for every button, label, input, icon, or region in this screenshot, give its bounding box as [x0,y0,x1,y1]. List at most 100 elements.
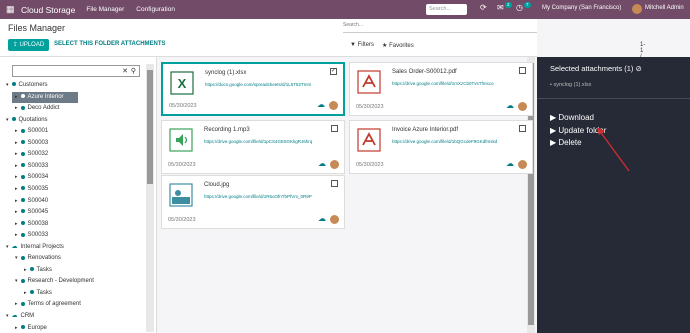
caret-down-icon[interactable]: ▸ [24,267,27,273]
tree-node[interactable]: ▾ Renovations [15,253,61,264]
upload-button[interactable]: ⇪ UPLOAD [8,39,49,51]
tree-node-label: Quotations [18,116,48,123]
clock-icon[interactable]: ◷ [516,3,523,12]
tree-node-label: S00032 [27,151,49,158]
tree-node[interactable]: ▸ S00033 [15,230,48,241]
select-checkbox[interactable]: ✓ [330,68,337,75]
tree-node[interactable]: ▸ S00033 [15,161,48,172]
attachment-card[interactable]: Recording 1.mp3 https://drive.google.com/… [161,120,345,174]
select-checkbox[interactable] [331,180,338,187]
attachment-name[interactable]: Sales Order-S00012.pdf [392,69,457,75]
caret-down-icon[interactable]: ▸ [15,198,18,204]
caret-down-icon[interactable]: ▾ [15,278,18,284]
tree-node[interactable]: ▸ S00003 [15,138,48,149]
select-checkbox[interactable] [519,125,526,132]
attachment-name[interactable]: synclog (1).xlsx [205,70,246,76]
tree-node[interactable]: ▸ Tasks [24,288,52,299]
tree-node[interactable]: ▸ S00040 [15,196,48,207]
app-name[interactable]: Cloud Storage [21,5,75,15]
select-checkbox[interactable] [519,67,526,74]
attachment-url[interactable]: https://drive.google.com/file/d/1pCS4GE5… [204,139,340,144]
owner-avatar [329,101,338,110]
user-menu[interactable]: Mitchell Admin [645,5,684,11]
attachment-name[interactable]: Cloud.jpg [204,182,229,188]
filters-button[interactable]: ▼ Filters [350,42,374,48]
search-icon[interactable]: ⚲ [131,67,136,75]
attachment-url[interactable]: https://docs.google.com/spreadsheets/d/1… [205,82,341,87]
caret-down-icon[interactable]: ▸ [15,221,18,227]
attachment-date: 05/30/2023 [356,104,384,110]
tree-node[interactable]: ▾ Customers [6,80,48,91]
tree-node[interactable]: ▸ Tasks [24,265,52,276]
tree-node[interactable]: ▸ Terms of agreement [15,299,81,310]
tree-node[interactable]: ▾ Quotations [6,115,48,126]
tree-node[interactable]: ▸ Azure Interior [12,91,78,103]
caret-down-icon[interactable]: ▾ [6,117,9,123]
attachment-name[interactable]: Invoice Azure Interior.pdf [392,127,458,133]
caret-right-icon[interactable]: ▸ [15,105,18,111]
top-search-input[interactable]: Search... [426,4,467,15]
caret-down-icon[interactable]: ▸ [15,128,18,134]
caret-down-icon[interactable]: ▸ [15,209,18,215]
tree-node[interactable]: ▸ S00001 [15,126,48,137]
caret-down-icon[interactable]: ▸ [15,140,18,146]
menu-file-manager[interactable]: File Manager [86,6,124,13]
select-checkbox[interactable] [331,125,338,132]
apps-menu-icon[interactable]: ▦ [6,4,16,15]
attachment-card[interactable]: Sales Order-S00012.pdf https://drive.goog… [349,62,533,116]
caret-down-icon[interactable]: ▸ [15,174,18,180]
attachment-card[interactable]: Xsynclog (1).xlsx https://docs.google.com… [161,62,345,116]
tree-node[interactable]: ▾ Research - Development [15,276,94,287]
tree-node-label: S00038 [27,220,49,227]
caret-down-icon[interactable]: ▾ [6,82,9,88]
annotation-arrow [597,127,630,172]
tree-node-label: S00045 [27,209,49,216]
favorites-button[interactable]: ★ Favorites [382,42,414,49]
tree-node[interactable]: ▸ S00045 [15,207,48,218]
caret-down-icon[interactable]: ▾ [6,313,9,319]
caret-down-icon[interactable]: ▾ [15,255,18,261]
caret-down-icon[interactable]: ▸ [15,163,18,169]
tree-node[interactable]: ▾ ☁ Internal Projects [6,242,64,253]
user-avatar[interactable] [632,4,642,14]
tree-node[interactable]: ▸ Europe [15,323,47,333]
company-switcher[interactable]: My Company (San Francisco) [542,5,621,11]
caret-right-icon[interactable]: ▸ [15,94,18,100]
folder-icon [20,197,25,202]
folder-search-input[interactable]: ✕ ⚲ [12,65,140,77]
star-icon: ★ [382,43,388,49]
folder-icon [20,140,25,145]
tree-scrollbar[interactable] [146,64,154,332]
attachment-name[interactable]: Recording 1.mp3 [204,127,250,133]
chat-icon[interactable]: ✉ [497,3,504,12]
attachment-url[interactable]: https://drive.google.com/file/d/1R6oOfnT… [204,194,340,199]
tree-node[interactable]: ▾ ☁ CRM [6,311,34,322]
attachment-url[interactable]: https://drive.google.com/file/d/1mXzCb0T… [392,81,528,86]
attachment-card[interactable]: Cloud.jpg https://drive.google.com/file/d… [161,175,345,229]
caret-down-icon[interactable]: ▸ [15,325,18,331]
top-navbar: ▦ Cloud Storage File Manager Configurati… [0,0,690,19]
refresh-icon[interactable]: ⟳ [480,3,487,12]
caret-down-icon[interactable]: ▸ [24,290,27,296]
tree-node[interactable]: ▸ S00038 [15,219,48,230]
folder-icon [20,93,25,98]
caret-down-icon[interactable]: ▸ [15,186,18,192]
scrollbar-thumb[interactable] [147,70,153,184]
caret-down-icon[interactable]: ▾ [6,244,9,250]
excel-file-icon: X [170,71,194,95]
attachment-url[interactable]: https://drive.google.com/file/d/1bQGcdeF… [392,139,528,144]
attachment-card[interactable]: Invoice Azure Interior.pdf https://drive.… [349,120,533,174]
tree-node[interactable]: ▸ S00035 [15,184,48,195]
tree-node[interactable]: ▸ S00034 [15,172,48,183]
folder-icon [20,151,25,156]
select-folder-attachments-button[interactable]: SELECT THIS FOLDER ATTACHMENTS [54,41,166,47]
search-input[interactable]: Search... [343,22,537,33]
tree-node[interactable]: ▸ S00032 [15,149,48,160]
caret-down-icon[interactable]: ▸ [15,301,18,307]
caret-down-icon[interactable]: ▸ [15,232,18,238]
menu-configuration[interactable]: Configuration [136,6,175,13]
caret-down-icon[interactable]: ▸ [15,151,18,157]
tree-node[interactable]: ▸ Deco Addict [15,103,60,114]
tree-node-label: Renovations [27,255,61,262]
clear-icon[interactable]: ✕ [122,67,128,75]
